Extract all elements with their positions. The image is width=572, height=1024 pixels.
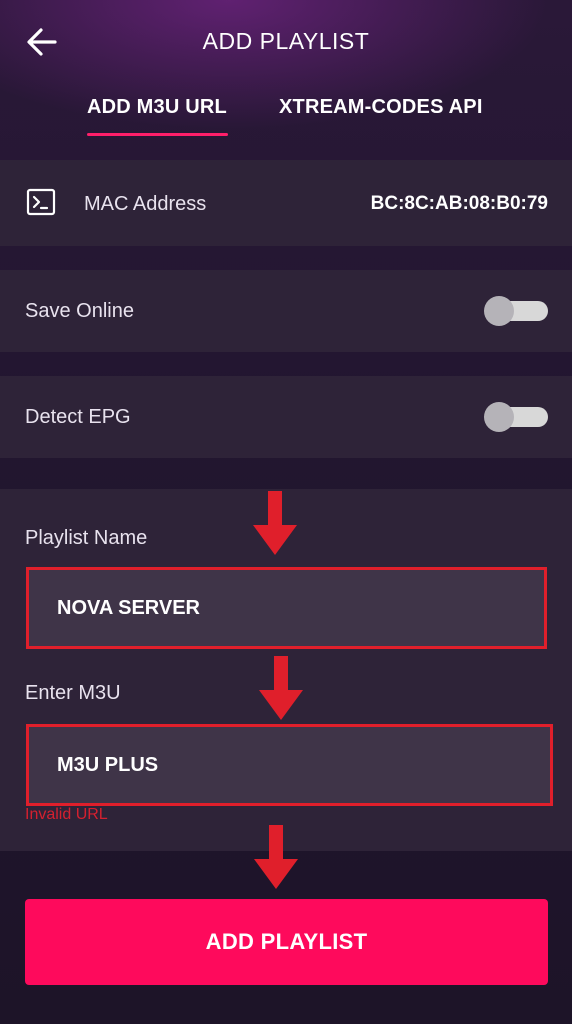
toggle-knob: [484, 296, 514, 326]
mac-address-label: MAC Address: [84, 193, 207, 215]
m3u-error-message: Invalid URL: [25, 806, 108, 823]
add-playlist-button[interactable]: ADD PLAYLIST: [25, 899, 548, 985]
arrow-down-icon: [253, 491, 297, 555]
save-online-label: Save Online: [25, 300, 134, 322]
save-online-row: Save Online: [0, 270, 572, 352]
arrow-down-icon: [254, 825, 298, 889]
tab-xtream-codes-api[interactable]: XTREAM-CODES API: [279, 96, 483, 119]
mac-address-value: BC:8C:AB:08:B0:79: [370, 193, 548, 214]
app-header: ADD PLAYLIST: [0, 0, 572, 80]
tab-bar: ADD M3U URL XTREAM-CODES API: [0, 90, 572, 140]
save-online-toggle[interactable]: [484, 296, 548, 326]
detect-epg-toggle[interactable]: [484, 402, 548, 432]
terminal-icon: [26, 188, 56, 216]
detect-epg-label: Detect EPG: [25, 406, 131, 428]
m3u-url-input[interactable]: M3U PLUS: [26, 724, 553, 806]
m3u-url-label: Enter M3U: [25, 682, 121, 704]
page-title: ADD PLAYLIST: [202, 28, 370, 54]
active-tab-indicator: [87, 133, 228, 136]
playlist-name-label: Playlist Name: [25, 527, 148, 549]
mac-address-row: MAC Address BC:8C:AB:08:B0:79: [0, 160, 572, 246]
playlist-name-input[interactable]: NOVA SERVER: [26, 567, 547, 649]
detect-epg-row: Detect EPG: [0, 376, 572, 458]
tab-add-m3u-url[interactable]: ADD M3U URL: [87, 96, 227, 119]
arrow-down-icon: [259, 656, 303, 720]
toggle-knob: [484, 402, 514, 432]
